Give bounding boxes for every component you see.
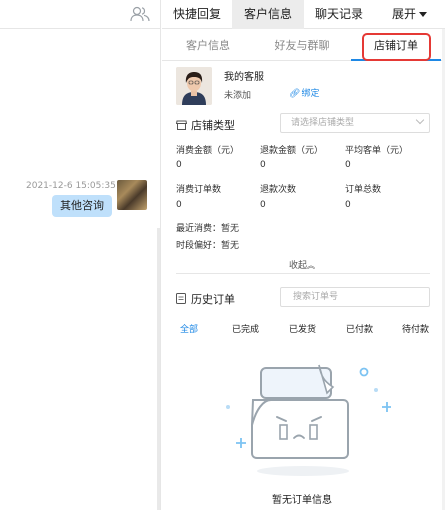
message-timestamp: 2021-12-6 15:05:35 bbox=[26, 181, 116, 191]
subtab-customer-info[interactable]: 客户信息 bbox=[162, 30, 254, 61]
store-name: 我的客服 bbox=[224, 72, 264, 83]
store-type-text: 店铺类型 bbox=[191, 119, 235, 132]
order-tab-shipped[interactable]: 已发货 bbox=[289, 322, 316, 335]
store-status: 未添加 bbox=[224, 91, 252, 101]
tab-customer-info[interactable]: 客户信息 bbox=[232, 0, 304, 29]
stat-value: 0 bbox=[176, 160, 182, 170]
top-tab-bar: 快捷回复 客户信息 聊天记录 展开 bbox=[162, 0, 445, 29]
stat-value: 0 bbox=[260, 160, 266, 170]
store-icon bbox=[175, 120, 188, 130]
tab-label: 聊天记录 bbox=[314, 7, 363, 21]
order-search-input[interactable]: 搜索订单号 bbox=[280, 287, 430, 307]
stat-label: 退款金额（元） bbox=[260, 146, 324, 156]
empty-box-icon bbox=[226, 364, 391, 476]
bind-link[interactable]: 🔗︎绑定 bbox=[289, 86, 319, 99]
stat-value: 0 bbox=[176, 200, 182, 210]
stat-label: 消费金额（元） bbox=[176, 146, 240, 156]
document-icon bbox=[176, 293, 186, 304]
person-avatar-icon bbox=[176, 67, 212, 105]
order-history-text: 历史订单 bbox=[191, 293, 235, 306]
store-type-select[interactable]: 请选择店铺类型 bbox=[280, 113, 430, 133]
collapse-label: 收起 bbox=[289, 261, 308, 271]
chevron-down-icon bbox=[415, 115, 425, 125]
double-chevron-up-icon: ︽ bbox=[307, 261, 316, 270]
stat-label: 订单总数 bbox=[345, 185, 382, 195]
bind-label: 绑定 bbox=[301, 89, 320, 99]
stat-value: 0 bbox=[260, 200, 266, 210]
subtab-friends-groups[interactable]: 好友与群聊 bbox=[254, 30, 350, 61]
stat-value: 0 bbox=[345, 160, 351, 170]
order-tab-paid[interactable]: 已付款 bbox=[346, 322, 373, 335]
stat-label: 消费订单数 bbox=[176, 185, 222, 195]
empty-orders-message: 暂无订单信息 bbox=[272, 495, 332, 506]
link-icon: 🔗︎ bbox=[289, 89, 301, 99]
store-type-label: 店铺类型 bbox=[175, 117, 235, 133]
caret-down-icon bbox=[419, 12, 427, 17]
tab-label: 快捷回复 bbox=[172, 7, 221, 21]
chat-scrollbar[interactable] bbox=[157, 228, 160, 510]
recent-consumption: 最近消费：暂无 bbox=[176, 224, 240, 234]
tab-label: 展开 bbox=[391, 7, 416, 21]
side-panel: 快捷回复 客户信息 聊天记录 展开 客户信息 好友与群聊 店铺订单 我的客服 未… bbox=[162, 0, 445, 510]
tab-expand[interactable]: 展开 bbox=[374, 0, 445, 29]
time-preference: 时段偏好：暂无 bbox=[176, 241, 240, 251]
sender-avatar[interactable] bbox=[117, 180, 147, 210]
order-history-label: 历史订单 bbox=[176, 291, 235, 307]
tab-chat-history[interactable]: 聊天记录 bbox=[304, 0, 374, 29]
chat-pane: 2021-12-6 15:05:35 其他咨询 bbox=[0, 0, 161, 510]
order-tab-all[interactable]: 全部 bbox=[180, 322, 198, 335]
contacts-icon[interactable] bbox=[130, 6, 150, 22]
message-bubble[interactable]: 其他咨询 bbox=[52, 195, 112, 217]
order-tab-completed[interactable]: 已完成 bbox=[232, 322, 259, 335]
order-search-placeholder: 搜索订单号 bbox=[293, 292, 339, 302]
stat-label: 退款次数 bbox=[260, 185, 297, 195]
order-tab-unpaid[interactable]: 待付款 bbox=[402, 322, 429, 335]
highlight-annotation bbox=[362, 33, 431, 61]
store-avatar bbox=[176, 67, 212, 105]
collapse-toggle[interactable]: 收起︽ bbox=[289, 258, 315, 271]
tab-label: 客户信息 bbox=[243, 7, 292, 21]
tab-quick-reply[interactable]: 快捷回复 bbox=[162, 0, 232, 29]
stat-value: 0 bbox=[345, 200, 351, 210]
chat-header bbox=[0, 0, 161, 29]
store-type-placeholder: 请选择店铺类型 bbox=[291, 118, 355, 128]
stat-label: 平均客单（元） bbox=[345, 146, 409, 156]
section-divider bbox=[176, 273, 430, 274]
